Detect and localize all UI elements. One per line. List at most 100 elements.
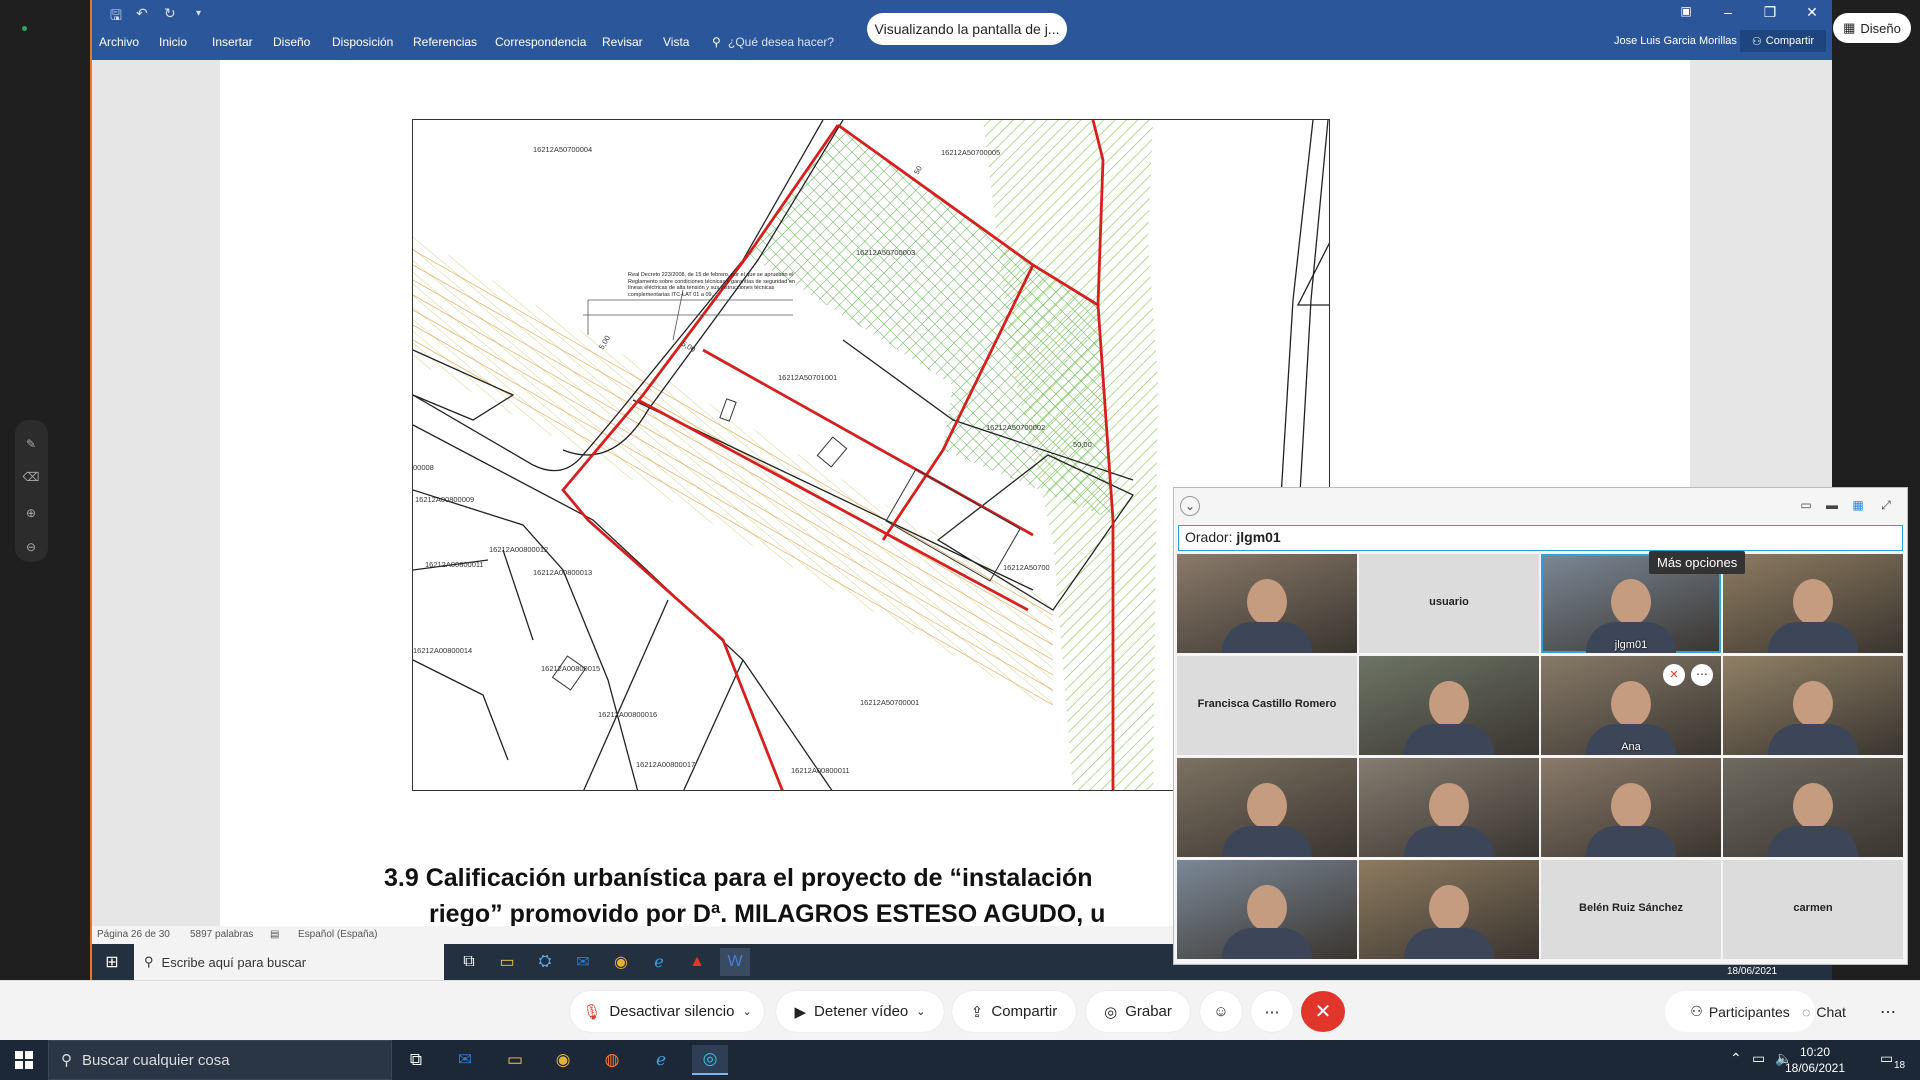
- save-icon[interactable]: 🖫: [110, 5, 122, 29]
- emoji-icon: ☺: [1213, 1003, 1229, 1020]
- chevron-down-icon[interactable]: ⌄: [916, 1005, 925, 1018]
- menu-revisar[interactable]: Revisar: [602, 35, 643, 49]
- more-options-tooltip: Más opciones: [1649, 551, 1746, 574]
- menu-insertar[interactable]: Insertar: [212, 35, 253, 49]
- share-button[interactable]: ⇪ Compartir: [952, 991, 1076, 1032]
- filmstrip-view-icon[interactable]: ▬: [1822, 496, 1842, 514]
- participant-tile[interactable]: [1541, 758, 1721, 857]
- menu-disposicion[interactable]: Disposición: [332, 35, 393, 49]
- word-count[interactable]: 5897 palabras: [190, 929, 253, 940]
- ribbon-display-icon[interactable]: ▣: [1674, 4, 1698, 18]
- language-indicator[interactable]: Español (España): [298, 929, 378, 940]
- outlook-icon[interactable]: ✉: [447, 1045, 483, 1075]
- word-share-button[interactable]: ⚇ Compartir: [1740, 30, 1826, 52]
- proofing-icon[interactable]: ▤: [270, 929, 279, 940]
- participant-tile[interactable]: [1359, 860, 1539, 959]
- participant-tile[interactable]: [1723, 758, 1903, 857]
- pip-view-icon[interactable]: ▭: [1796, 496, 1816, 514]
- menu-vista[interactable]: Vista: [663, 35, 689, 49]
- map-label: 50,00: [1073, 440, 1092, 449]
- more-button[interactable]: ⋯: [1251, 991, 1293, 1032]
- edge-icon[interactable]: ℯ: [643, 1045, 679, 1075]
- acrobat-icon: ▲: [689, 953, 705, 970]
- record-label: Grabar: [1125, 1003, 1172, 1020]
- stop-video-label: Detener vídeo: [814, 1003, 909, 1020]
- participant-tile[interactable]: [1723, 656, 1903, 755]
- chevron-up-icon[interactable]: ⌃: [1730, 1050, 1742, 1067]
- participant-tile[interactable]: usuario: [1359, 554, 1539, 653]
- participants-panel: ⌄ ▭ ▬ ▦ ⤢ Orador: jlgm01 usuario jlgm01 Fr…: [1173, 487, 1908, 965]
- unmute-button[interactable]: 🎙 Desactivar silencio ⌄: [570, 991, 764, 1032]
- more-options-button[interactable]: ⋯: [1880, 991, 1896, 1032]
- notifications-icon[interactable]: ▭: [1880, 1050, 1893, 1067]
- participant-tile[interactable]: [1723, 554, 1903, 653]
- word-ribbon: 🖫 ↶ ↻ ▾ Archivo Inicio Insertar Diseño D…: [92, 0, 1832, 60]
- taskbar-clock[interactable]: 10:20 18/06/2021: [1780, 1044, 1850, 1076]
- participant-video-face: [1247, 783, 1287, 829]
- participant-video-face: [1611, 579, 1651, 625]
- chat-label: Chat: [1816, 1003, 1846, 1020]
- file-explorer-icon[interactable]: ▭: [497, 1045, 533, 1075]
- participant-tile[interactable]: Francisca Castillo Romero: [1177, 656, 1357, 755]
- taskbar-search[interactable]: ⚲ Buscar cualquier cosa: [48, 1040, 392, 1080]
- menu-archivo[interactable]: Archivo: [99, 35, 139, 49]
- account-name[interactable]: Jose Luis Garcia Morillas: [1614, 35, 1737, 47]
- zoom-in-icon[interactable]: ⊕: [21, 503, 41, 523]
- participant-name: Francisca Castillo Romero: [1197, 698, 1337, 710]
- collapse-icon[interactable]: ⌄: [1180, 496, 1200, 516]
- redo-icon[interactable]: ↻: [164, 5, 176, 22]
- participant-video-body: [1768, 622, 1858, 653]
- customize-qa-icon[interactable]: ▾: [196, 8, 201, 19]
- menu-referencias[interactable]: Referencias: [413, 35, 477, 49]
- participant-tile[interactable]: Ana ✕ ⋯: [1541, 656, 1721, 755]
- expand-icon[interactable]: ⤢: [1876, 496, 1896, 514]
- firefox-icon[interactable]: ◍: [594, 1045, 630, 1075]
- participant-tile[interactable]: [1359, 656, 1539, 755]
- end-call-button[interactable]: ✕: [1301, 991, 1345, 1032]
- sharing-banner[interactable]: Visualizando la pantalla de j...: [867, 13, 1067, 45]
- participant-tile[interactable]: [1177, 860, 1357, 959]
- participant-tile[interactable]: [1177, 554, 1357, 653]
- search-icon: ⚲: [144, 954, 154, 969]
- chevron-down-icon[interactable]: ⌄: [742, 1005, 751, 1018]
- participant-tile[interactable]: [1177, 758, 1357, 857]
- menu-inicio[interactable]: Inicio: [159, 35, 187, 49]
- edge-icon: ℯ: [654, 954, 664, 971]
- pen-icon[interactable]: ✎: [21, 434, 41, 454]
- stop-video-button[interactable]: ▶ Detener vídeo ⌄: [776, 991, 944, 1032]
- map-label: 16212A00800016: [598, 710, 657, 719]
- meeting-app-icon[interactable]: ◎: [692, 1045, 728, 1075]
- word-share-label: Compartir: [1765, 35, 1815, 47]
- participant-tile[interactable]: carmen: [1723, 860, 1903, 959]
- more-dots-icon[interactable]: ⋯: [1691, 664, 1713, 686]
- participants-button[interactable]: ⚇ Participantes: [1665, 991, 1815, 1032]
- participant-video-face: [1429, 885, 1469, 931]
- task-view-icon[interactable]: ⧉: [398, 1045, 434, 1075]
- participant-tile[interactable]: Belén Ruiz Sánchez: [1541, 860, 1721, 959]
- minimize-icon[interactable]: –: [1716, 4, 1740, 20]
- record-button[interactable]: ◎ Grabar: [1086, 991, 1190, 1032]
- map-label: 16212A50700005: [941, 148, 1000, 157]
- menu-diseno[interactable]: Diseño: [273, 35, 310, 49]
- chat-icon: ◌: [1802, 1003, 1811, 1020]
- close-icon[interactable]: ✕: [1800, 4, 1824, 21]
- layout-button[interactable]: ▦ Diseño: [1833, 13, 1911, 43]
- eraser-icon[interactable]: ⌫: [21, 467, 41, 487]
- reactions-button[interactable]: ☺: [1200, 991, 1242, 1032]
- participant-tile[interactable]: [1359, 758, 1539, 857]
- network-icon[interactable]: ▭: [1752, 1050, 1765, 1067]
- chrome-icon[interactable]: ◉: [545, 1045, 581, 1075]
- participant-video-face: [1793, 681, 1833, 727]
- participant-video-body: [1586, 826, 1676, 857]
- start-button[interactable]: [0, 1040, 48, 1080]
- zoom-out-icon[interactable]: ⊖: [21, 537, 41, 557]
- undo-icon[interactable]: ↶: [136, 5, 148, 22]
- chat-button[interactable]: ◌ Chat: [1802, 991, 1846, 1032]
- page-count[interactable]: Página 26 de 30: [97, 929, 170, 940]
- menu-correspondencia[interactable]: Correspondencia: [495, 35, 586, 49]
- restore-icon[interactable]: ❐: [1758, 4, 1782, 21]
- tell-me-box[interactable]: ¿Qué desea hacer?: [728, 35, 834, 49]
- search-icon: ⚲: [61, 1052, 72, 1069]
- participant-video-body: [1768, 826, 1858, 857]
- grid-view-icon[interactable]: ▦: [1848, 496, 1868, 514]
